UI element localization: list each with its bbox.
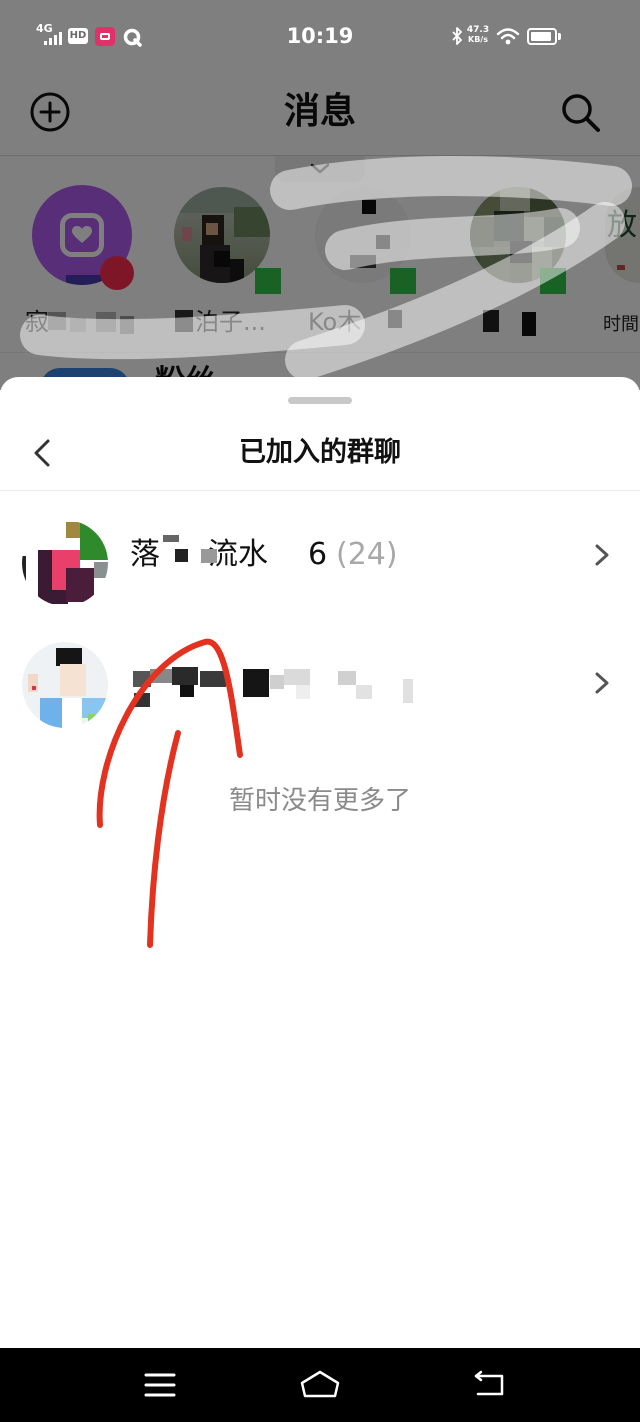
wifi-icon (496, 28, 520, 45)
back-icon[interactable] (472, 1370, 506, 1398)
mosaic-block (338, 671, 356, 685)
mosaic-block (32, 686, 36, 690)
group-member-count: 6 (308, 537, 328, 572)
mosaic-block (62, 698, 82, 728)
group-list-item[interactable]: 落 流水 6 (24) (0, 491, 640, 619)
group-name-end: 流水 (208, 537, 268, 572)
group-avatar (22, 520, 108, 606)
mosaic-block (22, 556, 26, 582)
group-avatar (22, 642, 108, 728)
drag-handle[interactable] (288, 397, 352, 404)
mosaic-block (66, 522, 80, 538)
signal-icon (44, 31, 64, 45)
app-notification-icon (95, 27, 115, 46)
clock: 10:19 (286, 24, 354, 48)
group-total-count: (24) (336, 537, 398, 572)
sync-icon (123, 28, 142, 47)
mosaic-block (60, 664, 86, 696)
mosaic-block (284, 669, 310, 685)
joined-groups-sheet: 已加入的群聊 落 流水 6 (24) 暂时没有更多了 (0, 377, 640, 1348)
battery-nub (558, 33, 561, 40)
bluetooth-icon (452, 27, 462, 45)
group-list-item[interactable] (0, 619, 640, 749)
mosaic-block (201, 549, 217, 563)
battery-level (531, 32, 551, 41)
mosaic-block (403, 679, 413, 703)
mosaic-block (296, 685, 310, 699)
mosaic-block (163, 535, 179, 542)
net-speed-unit: KB/s (468, 35, 488, 44)
mosaic-block (66, 568, 94, 602)
hd-badge: HD (68, 28, 88, 44)
mosaic-block (133, 671, 151, 687)
mosaic-block (134, 693, 150, 707)
mosaic-block (200, 671, 226, 687)
mosaic-block (80, 520, 108, 560)
mosaic-block (172, 667, 198, 685)
mosaic-block (180, 685, 194, 697)
system-nav-bar (0, 1348, 640, 1422)
no-more-text: 暂时没有更多了 (228, 786, 411, 816)
home-icon[interactable] (298, 1368, 342, 1400)
mosaic-block (150, 669, 172, 683)
status-bar: 4G HD 10:19 47.3 KB/s (0, 0, 640, 72)
battery-icon (527, 28, 557, 45)
mosaic-block (270, 675, 284, 689)
group-name-start: 落 (130, 537, 160, 572)
chevron-right-icon (595, 544, 609, 566)
net-speed-value: 47.3 (466, 25, 490, 35)
mosaic-block (356, 685, 372, 699)
mosaic-block (175, 549, 188, 562)
mosaic-block (88, 714, 102, 726)
mosaic-block (40, 698, 62, 728)
mosaic-block (243, 669, 269, 697)
chevron-right-icon (595, 672, 609, 694)
menu-icon[interactable] (144, 1372, 176, 1398)
mosaic-block (94, 562, 108, 578)
sheet-title: 已加入的群聊 (239, 437, 401, 468)
